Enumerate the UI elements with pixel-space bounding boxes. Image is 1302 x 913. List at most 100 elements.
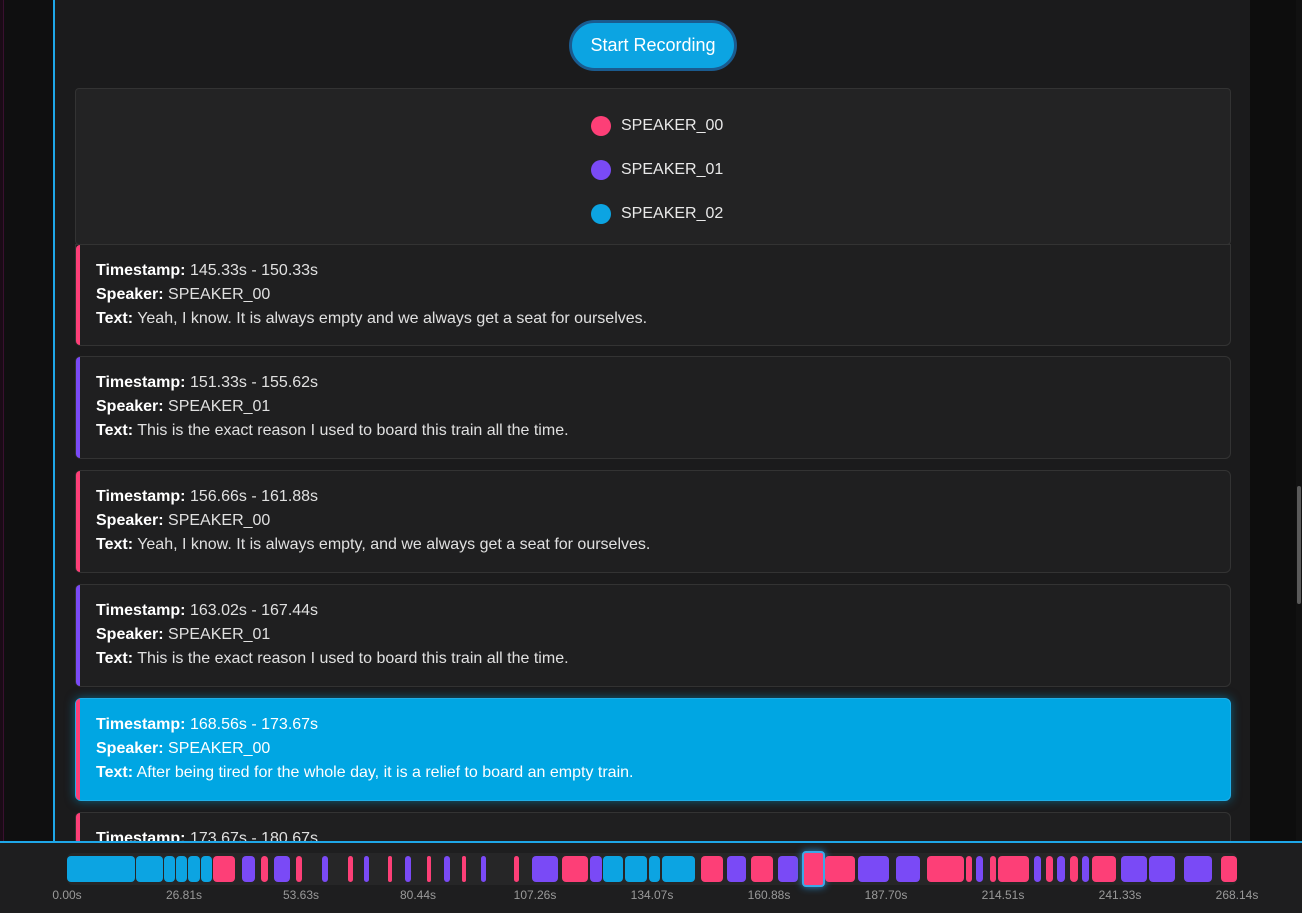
timeline-block[interactable] (348, 856, 353, 882)
segment-speaker-value: SPEAKER_00 (163, 740, 271, 757)
start-recording-button[interactable]: Start Recording (569, 20, 737, 71)
timeline-block[interactable] (1221, 856, 1237, 882)
page-scrollbar[interactable] (1296, 0, 1302, 913)
speaker-color-bar (76, 813, 80, 841)
segment-timestamp: Timestamp: 173.67s - 180.67s (96, 827, 1230, 841)
segment-timestamp: Timestamp: 168.56s - 173.67s (96, 713, 1230, 737)
segment-text-label: Text: (96, 650, 134, 667)
timeline-block[interactable] (824, 856, 856, 882)
transcript-segment[interactable]: Timestamp: 163.02s - 167.44s Speaker: SPE… (75, 584, 1231, 687)
timeline-block[interactable] (188, 856, 201, 882)
timeline-block[interactable] (296, 856, 302, 882)
timeline-block[interactable] (405, 856, 411, 882)
timeline-block[interactable] (135, 856, 163, 882)
timeline-block[interactable] (926, 856, 964, 882)
timeline-block[interactable] (1034, 856, 1042, 882)
segment-speaker: Speaker: SPEAKER_00 (96, 283, 1230, 307)
timeline-block[interactable] (67, 856, 135, 882)
page-scrollbar-thumb[interactable] (1297, 486, 1301, 604)
timeline-block[interactable] (426, 856, 432, 882)
speaker-color-dot (591, 204, 611, 224)
segment-text-label: Text: (96, 764, 134, 781)
timeline-block[interactable] (624, 856, 648, 882)
segment-text-label: Text: (96, 422, 134, 439)
timeline-tick-label: 214.51s (981, 888, 1025, 902)
timeline-block[interactable] (727, 856, 747, 882)
timeline-block[interactable] (322, 856, 328, 882)
timeline-block[interactable] (514, 856, 519, 882)
transcript-segment[interactable]: Timestamp: 145.33s - 150.33s Speaker: SPE… (75, 244, 1231, 346)
timeline-block[interactable] (164, 856, 176, 882)
timeline-block[interactable] (857, 856, 890, 882)
timeline-block-current[interactable] (802, 851, 825, 887)
timeline-block[interactable] (648, 856, 661, 882)
segment-timestamp-value: 173.67s - 180.67s (185, 830, 319, 841)
timeline-block[interactable] (701, 856, 723, 882)
timeline-block[interactable] (1149, 856, 1176, 882)
timeline-block[interactable] (1070, 856, 1078, 882)
timeline-block[interactable] (975, 856, 984, 882)
segment-timestamp-value: 151.33s - 155.62s (185, 374, 319, 391)
right-window-edge (1250, 0, 1302, 913)
legend-label: SPEAKER_01 (621, 161, 724, 178)
timeline-block[interactable] (444, 856, 451, 882)
segment-text-value: This is the exact reason I used to board… (133, 422, 569, 439)
timeline-block[interactable] (589, 856, 602, 882)
timeline-tick-label: 134.07s (630, 888, 674, 902)
timeline-track[interactable] (67, 851, 1237, 887)
transcript-segment[interactable]: Timestamp: 156.66s - 161.88s Speaker: SPE… (75, 470, 1231, 573)
transcript-segment[interactable]: Timestamp: 173.67s - 180.67sSpeaker: Tex… (75, 812, 1231, 841)
timeline-block[interactable] (1092, 856, 1117, 882)
segment-text: Text: Yeah, I know. It is always empty a… (96, 307, 1230, 331)
timeline-block[interactable] (562, 856, 589, 882)
segment-speaker-label: Speaker: (96, 512, 164, 529)
timeline-block[interactable] (989, 856, 997, 882)
timeline-tick-label: 187.70s (864, 888, 908, 902)
transcript-segment[interactable]: Timestamp: 151.33s - 155.62s Speaker: SPE… (75, 356, 1231, 459)
timeline-block[interactable] (201, 856, 213, 882)
timeline-block[interactable] (480, 856, 486, 882)
timeline-block[interactable] (213, 856, 235, 882)
timeline-block[interactable] (1184, 856, 1213, 882)
timeline-block[interactable] (531, 856, 558, 882)
segment-text-label: Text: (96, 310, 134, 327)
legend-item-speaker-00: SPEAKER_00 (591, 115, 723, 137)
segment-timestamp-value: 145.33s - 150.33s (185, 262, 319, 279)
speaker-color-dot (591, 160, 611, 180)
timeline-block[interactable] (1057, 856, 1065, 882)
segment-speaker-label: Speaker: (96, 740, 164, 757)
timeline-block[interactable] (1045, 856, 1054, 882)
speaker-legend: SPEAKER_00 SPEAKER_01 SPEAKER_02 (75, 88, 1231, 245)
timeline-block[interactable] (387, 856, 393, 882)
main-panel: Start Recording SPEAKER_00 SPEAKER_01 SP… (53, 0, 1252, 841)
timeline-block[interactable] (661, 856, 696, 882)
timeline-block[interactable] (461, 856, 467, 882)
speaker-color-bar (76, 245, 80, 345)
segment-timestamp-label: Timestamp: (96, 488, 186, 505)
timeline-block[interactable] (965, 856, 973, 882)
timeline-tick-label: 0.00s (52, 888, 82, 902)
speaker-color-bar (76, 357, 80, 458)
speaker-color-dot (591, 116, 611, 136)
transcript-segment-active[interactable]: Timestamp: 168.56s - 173.67s Speaker: SPE… (75, 698, 1231, 801)
timeline-block[interactable] (241, 856, 255, 882)
timeline-block[interactable] (997, 856, 1030, 882)
segment-speaker: Speaker: SPEAKER_01 (96, 623, 1230, 647)
timeline-block[interactable] (1081, 856, 1090, 882)
timeline-block[interactable] (261, 856, 268, 882)
timeline-tick-label: 26.81s (165, 888, 203, 902)
timeline-block[interactable] (363, 856, 370, 882)
segment-timestamp-value: 168.56s - 173.67s (185, 716, 319, 733)
timeline-block[interactable] (1120, 856, 1147, 882)
timeline-block[interactable] (176, 856, 187, 882)
timeline-block[interactable] (778, 856, 798, 882)
segment-text: Text: Yeah, I know. It is always empty, … (96, 533, 1230, 557)
app-root: Start Recording SPEAKER_00 SPEAKER_01 SP… (0, 0, 1302, 913)
segment-speaker: Speaker: SPEAKER_00 (96, 509, 1230, 533)
segment-timestamp-value: 163.02s - 167.44s (185, 602, 319, 619)
timeline-block[interactable] (896, 856, 921, 882)
timeline-block[interactable] (602, 856, 624, 882)
timeline-block[interactable] (274, 856, 290, 882)
timeline-block[interactable] (750, 856, 774, 882)
segment-text: Text: This is the exact reason I used to… (96, 419, 1230, 443)
